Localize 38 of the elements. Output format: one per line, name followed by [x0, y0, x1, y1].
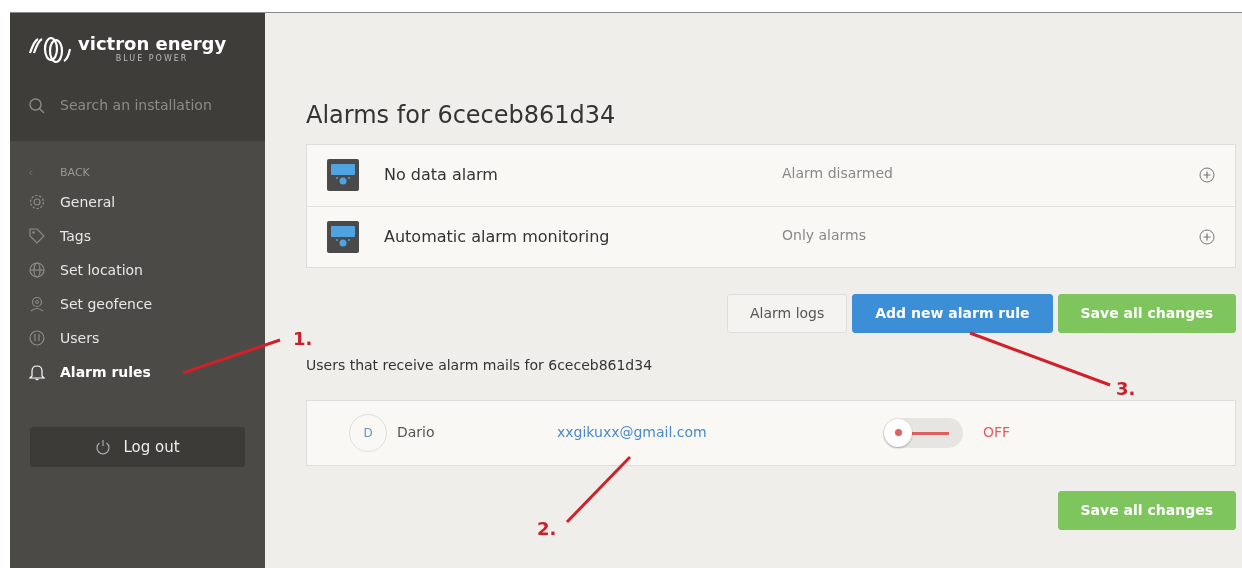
- globe-icon: [28, 261, 46, 279]
- brand-name: victron energy: [78, 35, 227, 53]
- annotation-label: 2.: [537, 518, 557, 539]
- search-field[interactable]: Search an installation: [60, 95, 240, 116]
- page-title: Alarms for 6ceceb861d34: [306, 101, 617, 130]
- toggle-switch[interactable]: [883, 417, 963, 448]
- section-heading: Users that receive alarm mails for 6ceceb861d34: [306, 355, 654, 375]
- sidebar-item[interactable]: Users: [28, 321, 265, 355]
- logout-button[interactable]: Log out: [30, 427, 245, 467]
- sidebar-item[interactable]: Tags: [28, 219, 265, 253]
- action-button[interactable]: Alarm logs: [727, 293, 848, 333]
- sidebar-item[interactable]: General: [28, 185, 265, 219]
- toggle-state: OFF: [983, 423, 1011, 443]
- bell-icon: [28, 363, 46, 381]
- power-icon: [95, 439, 112, 455]
- logo-icon: [28, 35, 74, 65]
- tag-icon: [28, 227, 46, 245]
- circle-icon: [28, 329, 46, 347]
- annotation-label: 3.: [1116, 378, 1136, 399]
- user-name: Dario: [397, 423, 436, 443]
- gear-icon: [28, 193, 46, 211]
- expand-button[interactable]: [1199, 167, 1215, 184]
- brand-tagline: BLUE POWER: [114, 54, 189, 65]
- alarm-name: No data alarm: [384, 164, 499, 187]
- alarm-status: Only alarms: [782, 225, 867, 245]
- alarm-status: Alarm disarmed: [782, 163, 894, 183]
- sidebar-item[interactable]: Set location: [28, 253, 265, 287]
- device-icon: [327, 220, 359, 253]
- search-icon: [28, 96, 46, 115]
- sidebar-item[interactable]: Set geofence: [28, 287, 265, 321]
- expand-button[interactable]: [1199, 228, 1215, 245]
- leader-line: [565, 455, 632, 524]
- annotation-label: 1.: [293, 328, 313, 349]
- email-link[interactable]: xxgikuxx@gmail.com: [557, 424, 707, 441]
- sidebar-item[interactable]: Alarm rules: [28, 355, 265, 389]
- alarm-name: Automatic alarm monitoring: [384, 225, 611, 248]
- location-pin-icon: [28, 295, 46, 313]
- device-icon: [327, 159, 359, 192]
